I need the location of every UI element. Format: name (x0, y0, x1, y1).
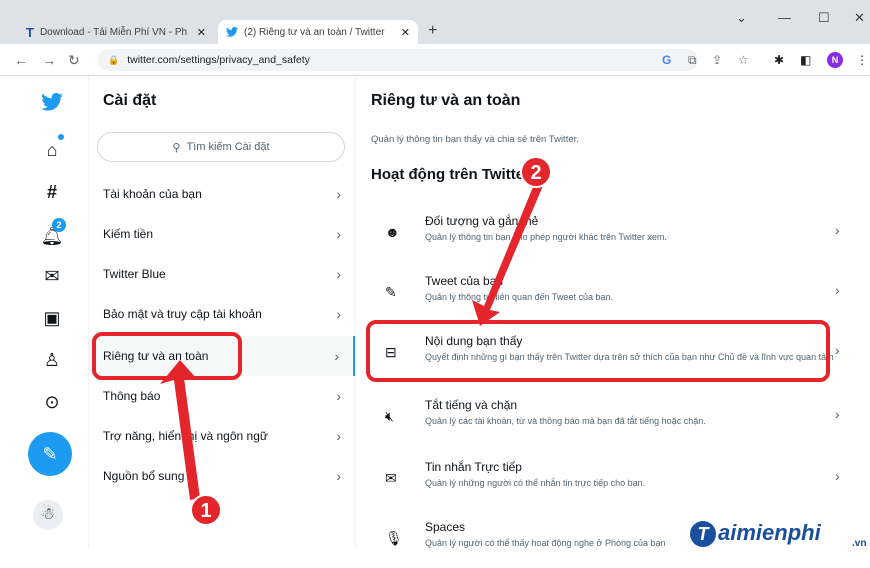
annotation-arrows (160, 170, 548, 500)
step-1-badge: 1 (190, 494, 222, 526)
arrow-to-content (472, 170, 548, 326)
arrow-to-privacy (160, 360, 200, 500)
step-2-badge: 2 (520, 156, 552, 188)
watermark-logo: T (690, 521, 716, 547)
watermark-suffix: .vn (852, 538, 867, 549)
taimienphi-watermark: Taimienphi (690, 520, 821, 547)
watermark-text: aimienphi (718, 520, 821, 545)
